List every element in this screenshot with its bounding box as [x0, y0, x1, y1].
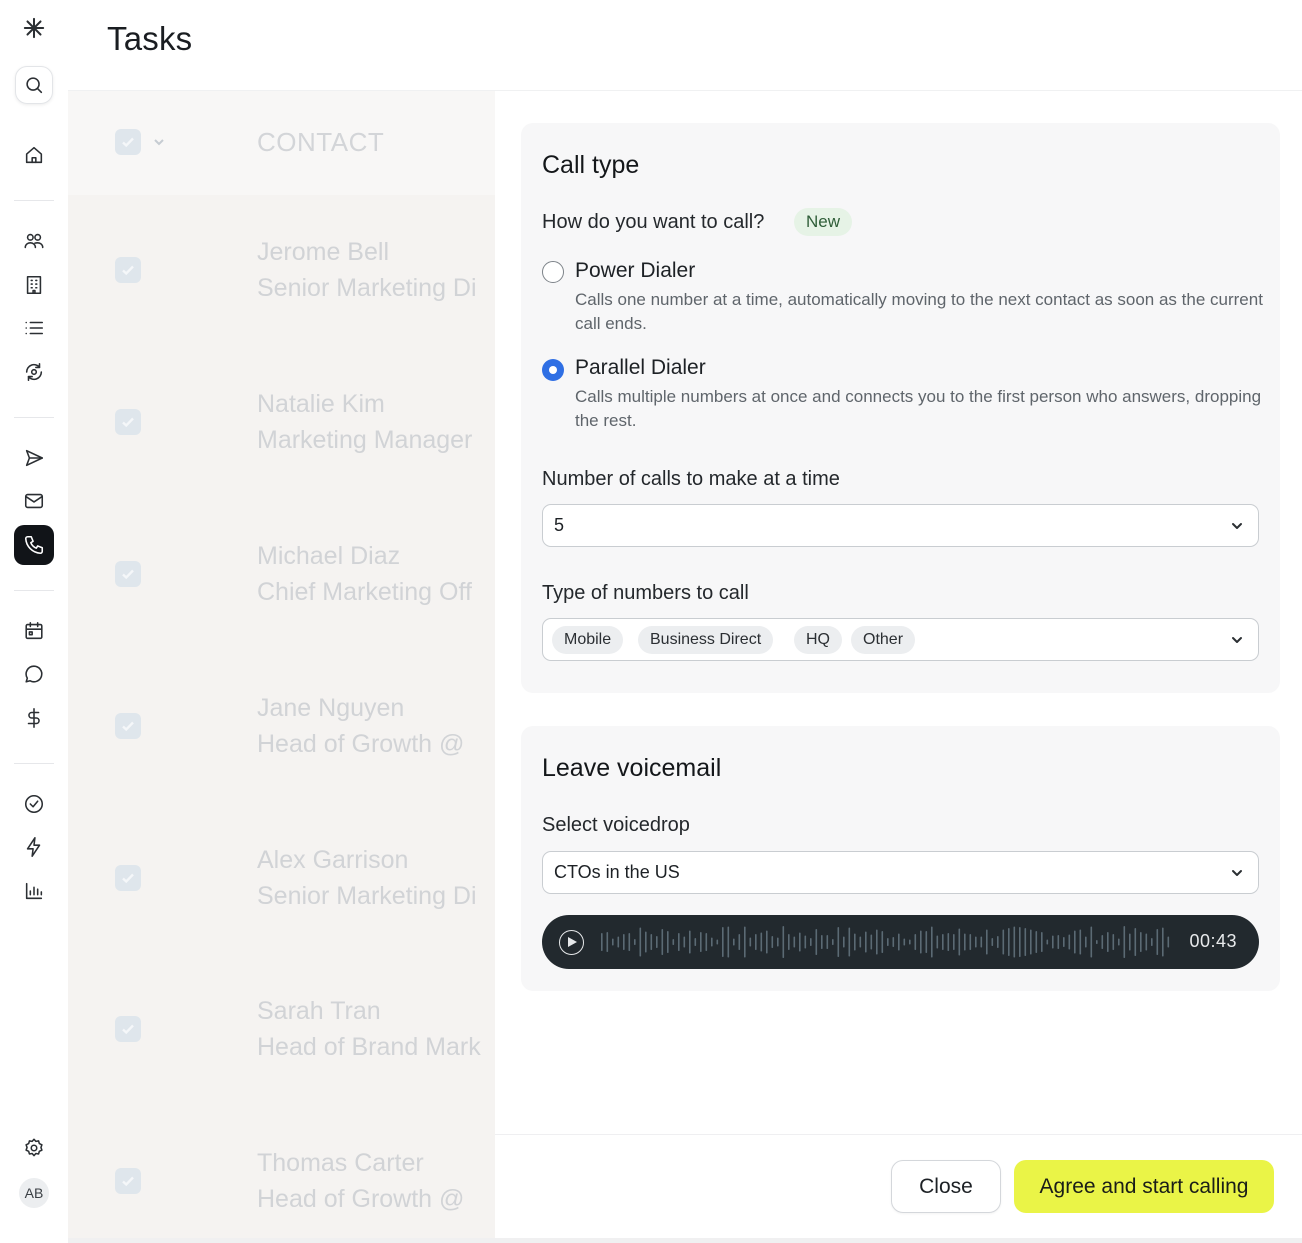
sidebar-divider	[14, 590, 54, 591]
bottom-scrollbar-track	[68, 1238, 1302, 1243]
power-dialer-radio[interactable]	[542, 261, 564, 283]
page-title: Tasks	[107, 20, 193, 57]
contact-title: Chief Marketing Off	[257, 578, 472, 606]
contact-title: Marketing Manager	[257, 426, 473, 454]
contact-title: Head of Brand Mark	[257, 1033, 481, 1061]
row-checkbox[interactable]	[115, 865, 141, 891]
column-header-contact: CONTACT	[257, 127, 385, 157]
contact-name: Jane Nguyen	[257, 694, 405, 722]
number-type-chip[interactable]: Other	[851, 626, 916, 654]
calls-at-a-time-label: Number of calls to make at a time	[542, 468, 840, 490]
contact-name: Natalie Kim	[257, 390, 385, 418]
contact-name: Thomas Carter	[257, 1149, 424, 1177]
parallel-dialer-radio[interactable]	[542, 359, 564, 381]
table-row[interactable]: Thomas Carter Head of Growth @	[68, 1143, 495, 1243]
home-icon[interactable]	[14, 135, 54, 175]
contact-name: Jerome Bell	[257, 238, 389, 266]
table-row[interactable]: Jane Nguyen Head of Growth @	[68, 688, 495, 840]
voicedrop-select[interactable]: CTOs in the US	[542, 851, 1259, 894]
parallel-dialer-description: Calls multiple numbers at once and conne…	[575, 387, 1262, 430]
voicemail-card: Leave voicemail Select voicedrop CTOs in…	[521, 726, 1280, 991]
chevron-down-icon	[1230, 866, 1244, 880]
calls-at-a-time-select[interactable]: 5	[542, 504, 1259, 547]
people-icon[interactable]	[14, 221, 54, 261]
list-header: CONTACT	[68, 91, 495, 195]
send-icon[interactable]	[14, 438, 54, 478]
voicedrop-label: Select voicedrop	[542, 814, 690, 836]
asterisk-logo-icon[interactable]	[14, 8, 54, 48]
contact-title: Head of Growth @	[257, 730, 465, 758]
number-type-chip[interactable]: HQ	[794, 626, 842, 654]
row-checkbox[interactable]	[115, 409, 141, 435]
row-checkbox[interactable]	[115, 1016, 141, 1042]
check-circle-icon[interactable]	[14, 784, 54, 824]
call-type-card: Call type How do you want to call? New P…	[521, 123, 1280, 693]
table-row[interactable]: Alex Garrison Senior Marketing Di	[68, 840, 495, 992]
waveform[interactable]	[599, 922, 1171, 962]
close-button[interactable]: Close	[891, 1160, 1001, 1213]
contact-title: Head of Growth @	[257, 1185, 465, 1213]
number-types-select[interactable]: Mobile Business Direct HQ Other	[542, 618, 1259, 661]
dollar-icon[interactable]	[14, 698, 54, 738]
call-settings-panel: Call type How do you want to call? New P…	[495, 91, 1302, 1243]
table-row[interactable]: Natalie Kim Marketing Manager	[68, 384, 495, 536]
chat-icon[interactable]	[14, 654, 54, 694]
contact-name: Michael Diaz	[257, 542, 401, 570]
number-type-chip[interactable]: Mobile	[552, 626, 624, 654]
refresh-eye-icon[interactable]	[14, 352, 54, 392]
row-checkbox[interactable]	[115, 561, 141, 587]
search-icon[interactable]	[15, 66, 53, 104]
sidebar-divider	[14, 763, 54, 764]
table-row[interactable]: Sarah Tran Head of Brand Mark	[68, 991, 495, 1143]
voicemail-title: Leave voicemail	[542, 754, 722, 782]
voicemail-audio-player: 00:43	[542, 915, 1259, 969]
power-dialer-description: Calls one number at a time, automaticall…	[575, 290, 1263, 333]
gear-icon[interactable]	[14, 1128, 54, 1168]
select-all-checkbox[interactable]	[115, 129, 141, 155]
sidebar-divider	[14, 417, 54, 418]
chevron-down-icon	[1230, 519, 1244, 533]
contact-title: Senior Marketing Di	[257, 274, 477, 302]
row-checkbox[interactable]	[115, 1168, 141, 1194]
bar-chart-icon[interactable]	[14, 871, 54, 911]
sidebar-divider	[14, 200, 54, 201]
chevron-down-icon	[1230, 633, 1244, 647]
contact-name: Sarah Tran	[257, 997, 381, 1025]
audio-duration: 00:43	[1189, 931, 1237, 951]
phone-icon[interactable]	[14, 525, 54, 565]
footer-divider	[495, 1134, 1302, 1135]
row-checkbox[interactable]	[115, 713, 141, 739]
voicedrop-value: CTOs in the US	[554, 862, 680, 882]
lightning-icon[interactable]	[14, 827, 54, 867]
avatar[interactable]: AB	[19, 1178, 49, 1208]
number-types-label: Type of numbers to call	[542, 582, 749, 604]
play-icon[interactable]	[559, 930, 584, 955]
calls-at-a-time-value: 5	[554, 515, 565, 535]
list-icon[interactable]	[14, 308, 54, 348]
agree-and-start-calling-button[interactable]: Agree and start calling	[1014, 1160, 1274, 1213]
chevron-down-icon[interactable]	[152, 135, 166, 149]
table-row[interactable]: Jerome Bell Senior Marketing Di	[68, 232, 495, 384]
parallel-dialer-label[interactable]: Parallel Dialer	[575, 356, 706, 380]
row-checkbox[interactable]	[115, 257, 141, 283]
building-icon[interactable]	[14, 265, 54, 305]
contact-title: Senior Marketing Di	[257, 882, 477, 910]
contact-name: Alex Garrison	[257, 846, 409, 874]
contact-list-backdrop: CONTACT Jerome Bell Senior Marketing Di …	[68, 91, 495, 1243]
mail-icon[interactable]	[14, 481, 54, 521]
call-type-title: Call type	[542, 151, 640, 179]
call-question: How do you want to call?	[542, 211, 765, 233]
table-row[interactable]: Michael Diaz Chief Marketing Off	[68, 536, 495, 688]
number-type-chip[interactable]: Business Direct	[638, 626, 774, 654]
calendar-icon[interactable]	[14, 611, 54, 651]
power-dialer-label[interactable]: Power Dialer	[575, 259, 695, 283]
sidebar: AB	[0, 0, 68, 1243]
new-badge: New	[794, 208, 853, 236]
